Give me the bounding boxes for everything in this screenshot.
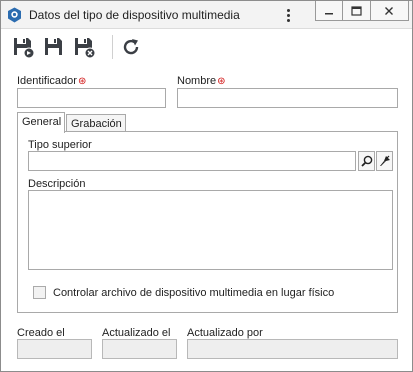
more-options-icon[interactable] (281, 5, 295, 25)
physical-location-checkbox[interactable] (33, 286, 46, 299)
app-icon (7, 7, 22, 23)
description-label: Descripción (28, 178, 86, 190)
name-field[interactable] (177, 88, 398, 108)
parent-type-label: Tipo superior (28, 139, 92, 151)
tab-general[interactable]: General (17, 112, 65, 133)
toolbar-separator (112, 35, 113, 59)
title-bar: Datos del tipo de dispositivo multimedia (1, 1, 412, 29)
clear-button[interactable] (376, 151, 393, 171)
created-label: Creado el (17, 327, 65, 339)
refresh-icon (123, 39, 139, 55)
description-field[interactable] (28, 190, 393, 270)
identifier-label-text: Identificador (17, 75, 77, 87)
search-icon (360, 155, 372, 167)
save-and-close-button[interactable] (71, 34, 97, 60)
window-controls (315, 1, 409, 21)
close-icon (385, 6, 394, 15)
physical-location-label: Controlar archivo de dispositivo multime… (53, 287, 335, 299)
clear-icon (379, 155, 390, 166)
updated-label: Actualizado el (102, 327, 171, 339)
save-and-new-icon (14, 38, 35, 59)
minimize-icon (325, 12, 334, 14)
window-title: Datos del tipo de dispositivo multimedia (29, 8, 240, 22)
dialog-window: Datos del tipo de dispositivo multimedia (0, 0, 413, 372)
parent-type-field[interactable] (28, 151, 356, 171)
name-label: Nombre⊛ (177, 75, 226, 87)
refresh-button[interactable] (118, 34, 144, 60)
save-icon (45, 38, 62, 55)
required-icon: ⊛ (217, 76, 226, 87)
save-and-new-button[interactable] (10, 34, 36, 60)
updated-field (102, 339, 177, 359)
updated-by-field (187, 339, 398, 359)
toolbar (1, 30, 412, 63)
minimize-button[interactable] (316, 1, 344, 20)
save-and-close-icon (75, 38, 96, 59)
save-button[interactable] (41, 34, 67, 60)
required-icon: ⊛ (77, 76, 87, 87)
tab-panel-general: Tipo superior Descripción Controlar arch… (17, 131, 398, 313)
maximize-icon (351, 5, 362, 16)
search-button[interactable] (358, 151, 375, 171)
identifier-field[interactable] (17, 88, 166, 108)
created-field (17, 339, 92, 359)
name-label-text: Nombre (177, 75, 217, 87)
tab-recording[interactable]: Grabación (66, 114, 126, 132)
identifier-label: Identificador⊛ (17, 75, 86, 87)
updated-by-label: Actualizado por (187, 327, 263, 339)
close-button[interactable] (371, 1, 408, 20)
maximize-button[interactable] (343, 1, 371, 20)
